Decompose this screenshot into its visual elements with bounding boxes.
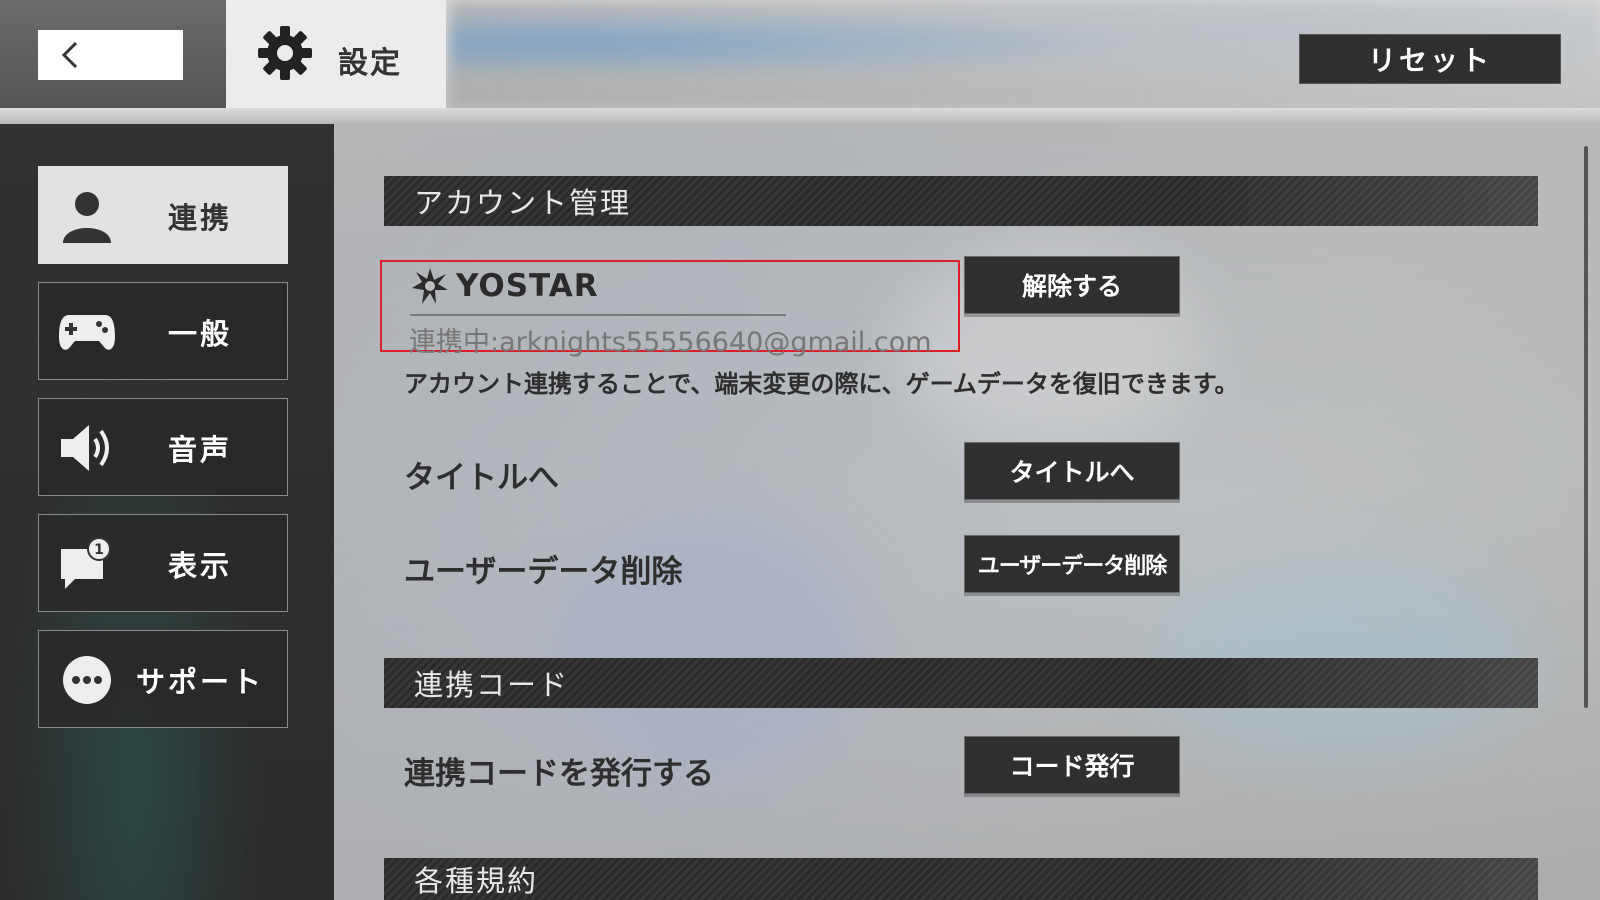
sidebar-item-general[interactable]: 一般 bbox=[38, 282, 288, 380]
chevron-left-icon bbox=[61, 41, 78, 69]
sidebar-item-label: サポート bbox=[135, 665, 264, 699]
more-dots-icon bbox=[63, 656, 111, 704]
yostar-emblem-icon bbox=[412, 268, 448, 304]
svg-text:1: 1 bbox=[94, 542, 104, 558]
sidebar-item-label: 音声 bbox=[167, 433, 232, 467]
section-header-terms: 各種規約 bbox=[384, 858, 1538, 900]
chat-bubble-notification-icon: 1 bbox=[61, 537, 111, 589]
yostar-logo: YOSTAR bbox=[410, 266, 599, 306]
header-divider bbox=[0, 108, 1600, 124]
linked-account-email: 連携中:arknights55556640@gmail.com bbox=[409, 327, 932, 358]
sidebar-item-label: 表示 bbox=[167, 549, 232, 583]
issue-link-code-label: 連携コードを発行する bbox=[404, 756, 714, 792]
sidebar-item-support[interactable]: サポート bbox=[38, 630, 288, 728]
person-icon bbox=[63, 192, 111, 243]
sidebar-item-link[interactable]: 連携 bbox=[38, 166, 288, 264]
page-title: 設定 bbox=[338, 46, 402, 81]
back-area bbox=[0, 0, 226, 108]
scrollbar[interactable] bbox=[1584, 146, 1588, 708]
yostar-wordmark: YOSTAR bbox=[456, 268, 599, 304]
sidebar-item-label: 一般 bbox=[167, 317, 232, 351]
return-to-title-button[interactable]: タイトルへ bbox=[964, 442, 1180, 500]
section-header-account: アカウント管理 bbox=[384, 176, 1538, 226]
back-button[interactable] bbox=[38, 30, 183, 80]
return-to-title-label: タイトルへ bbox=[404, 460, 559, 496]
issue-code-button[interactable]: コード発行 bbox=[964, 736, 1180, 794]
sidebar-item-display[interactable]: 1 表示 bbox=[38, 514, 288, 612]
top-bar: 設定 リセット bbox=[0, 0, 1600, 108]
speaker-icon bbox=[61, 425, 109, 471]
gamepad-icon bbox=[59, 315, 115, 350]
settings-title-tab: 設定 bbox=[226, 0, 446, 108]
unlink-button[interactable]: 解除する bbox=[964, 256, 1180, 314]
account-description: アカウント連携することで、端末変更の際に、ゲームデータを復旧できます。 bbox=[404, 370, 1239, 398]
sidebar-item-audio[interactable]: 音声 bbox=[38, 398, 288, 496]
delete-user-data-button[interactable]: ユーザーデータ削除 bbox=[964, 535, 1180, 593]
logo-underline bbox=[410, 314, 786, 316]
gear-icon bbox=[258, 26, 312, 80]
delete-user-data-label: ユーザーデータ削除 bbox=[404, 554, 683, 590]
sidebar-item-label: 連携 bbox=[167, 201, 232, 235]
section-header-link-code: 連携コード bbox=[384, 658, 1538, 708]
reset-button[interactable]: リセット bbox=[1299, 34, 1561, 84]
